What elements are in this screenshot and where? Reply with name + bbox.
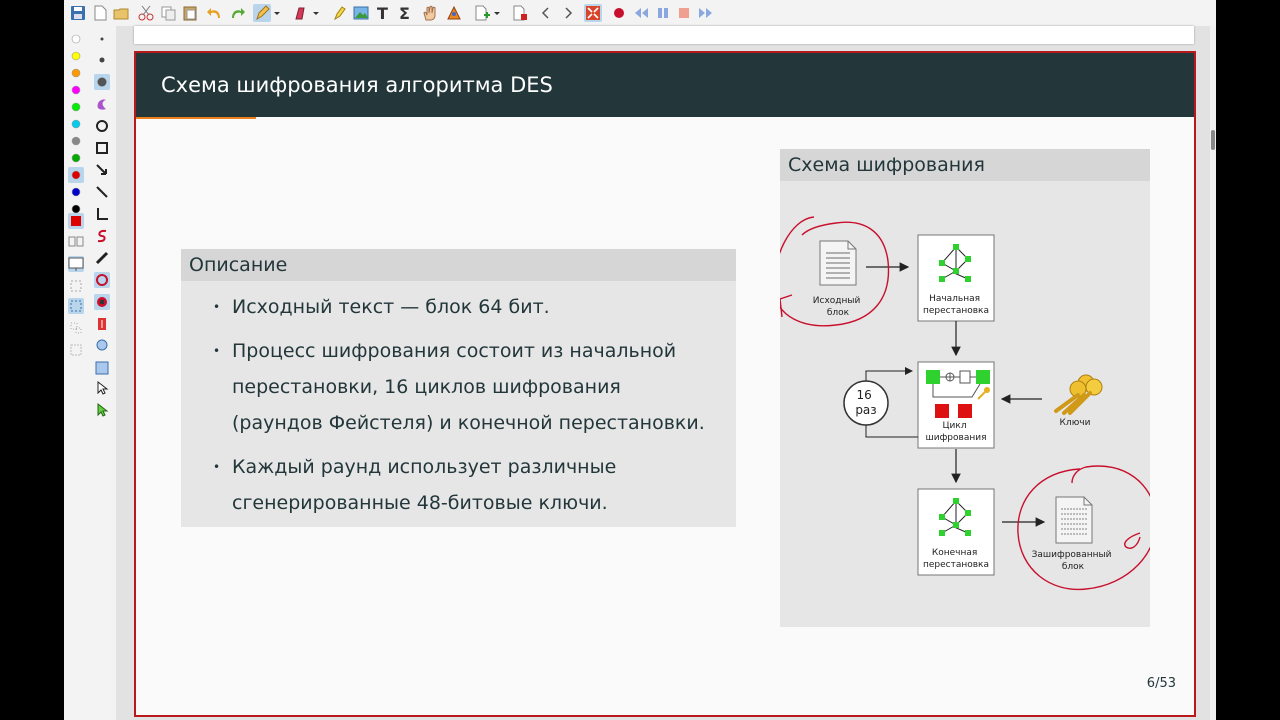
svg-text:T: T xyxy=(377,4,388,22)
undo-icon[interactable] xyxy=(206,4,224,22)
description-item: Каждый раунд использует различные сгенер… xyxy=(181,449,736,521)
pen-size-small-icon[interactable] xyxy=(94,31,110,47)
arrow-tool-icon[interactable] xyxy=(94,162,110,178)
ruler-icon[interactable] xyxy=(94,250,110,266)
pen-size-medium-icon[interactable] xyxy=(94,52,110,68)
rectangle-select-icon[interactable] xyxy=(94,360,110,376)
save-icon[interactable] xyxy=(69,4,87,22)
scrollbar-thumb[interactable] xyxy=(1211,130,1215,150)
application-window: T Σ Схема шифрования алгоритма DES Описа… xyxy=(64,0,1216,720)
eraser-dropdown-icon[interactable] xyxy=(312,4,320,22)
ellipse-tool-icon[interactable] xyxy=(94,118,110,134)
keys-label: Ключи xyxy=(1060,418,1091,428)
add-page-icon[interactable] xyxy=(473,4,491,22)
color-swatch-ffff00[interactable] xyxy=(68,48,84,64)
redo-icon[interactable] xyxy=(228,4,246,22)
lasso-select-icon[interactable] xyxy=(94,338,110,354)
encrypted-document-icon xyxy=(1055,496,1093,544)
color-swatch-00aa00[interactable] xyxy=(68,150,84,166)
stop-icon[interactable] xyxy=(675,4,693,22)
fullscreen-icon[interactable] xyxy=(584,4,602,22)
tool-sidebar xyxy=(64,26,117,720)
freehand-shape-icon[interactable] xyxy=(94,96,110,112)
pen-icon[interactable] xyxy=(253,4,271,22)
open-icon[interactable] xyxy=(112,4,130,22)
highlighter-icon[interactable] xyxy=(330,4,348,22)
hand-icon[interactable] xyxy=(421,4,439,22)
description-item: Исходный текст — блок 64 бит. xyxy=(181,289,736,325)
cut-icon[interactable] xyxy=(137,4,155,22)
record-icon[interactable] xyxy=(610,4,628,22)
scatter-select-icon[interactable] xyxy=(68,320,84,336)
line-tool-icon[interactable] xyxy=(94,184,110,200)
paste-icon[interactable] xyxy=(181,4,199,22)
rounds-label: 16 раз xyxy=(855,388,876,417)
annotation-hook xyxy=(1124,532,1141,549)
zoom-select-icon[interactable] xyxy=(68,298,84,314)
select-icon[interactable] xyxy=(445,4,463,22)
image-icon[interactable] xyxy=(352,4,370,22)
source-document-icon xyxy=(819,240,857,286)
fill-icon[interactable] xyxy=(94,294,110,310)
formula-icon[interactable]: Σ xyxy=(396,4,414,22)
previous-icon[interactable] xyxy=(537,4,555,22)
shape-recognizer-icon[interactable] xyxy=(94,272,110,288)
fast-forward-icon[interactable] xyxy=(697,4,715,22)
encrypted-block-label: Зашифрованный блок xyxy=(1032,550,1115,572)
crop-icon[interactable] xyxy=(68,278,84,294)
angle-tool-icon[interactable] xyxy=(94,206,110,222)
toolbar: T Σ xyxy=(64,0,1216,27)
scheme-block: Схема шифрования Исходный блок Начальная… xyxy=(780,149,1150,627)
svg-text:Σ: Σ xyxy=(399,4,410,22)
layout-double-icon[interactable] xyxy=(68,234,84,250)
copy-icon[interactable] xyxy=(159,4,177,22)
color-swatch-0000cc[interactable] xyxy=(68,184,84,200)
play-object-icon[interactable] xyxy=(94,402,110,418)
grid-icon[interactable] xyxy=(68,342,84,358)
description-block: Описание Исходный текст — блок 64 бит. П… xyxy=(181,249,736,527)
description-heading: Описание xyxy=(181,249,736,281)
keys-icon xyxy=(1054,374,1103,415)
rectangle-tool-icon[interactable] xyxy=(94,140,110,156)
add-page-dropdown-icon[interactable] xyxy=(493,4,501,22)
color-swatch-00ccee[interactable] xyxy=(68,116,84,132)
des-diagram: Исходный блок Начальная перестановка Цик… xyxy=(780,216,1150,591)
color-swatch-dd0000[interactable] xyxy=(68,213,84,229)
source-block-label: Исходный блок xyxy=(813,296,863,318)
vertical-scrollbar[interactable] xyxy=(1210,26,1216,720)
page-number: 6/53 xyxy=(1146,676,1176,691)
text-icon[interactable]: T xyxy=(374,4,392,22)
pen-dropdown-icon[interactable] xyxy=(273,4,281,22)
color-swatch-888888[interactable] xyxy=(68,133,84,149)
eraser-icon[interactable] xyxy=(292,4,310,22)
description-item: Процесс шифрования состоит из начальной … xyxy=(181,333,736,441)
pointer-icon[interactable] xyxy=(94,380,110,396)
description-list: Исходный текст — блок 64 бит. Процесс ши… xyxy=(181,281,736,521)
smooth-stroke-icon[interactable] xyxy=(94,228,110,244)
slide-title-bar: Схема шифрования алгоритма DES xyxy=(136,53,1194,117)
color-swatch-ff9900[interactable] xyxy=(68,65,84,81)
color-swatch-dd0000[interactable] xyxy=(68,167,84,183)
previous-page-edge xyxy=(134,26,1194,44)
slide-title: Схема шифрования алгоритма DES xyxy=(161,73,553,97)
slide: Схема шифрования алгоритма DES Описание … xyxy=(134,51,1196,717)
vertical-space-icon[interactable] xyxy=(94,316,110,332)
pen-size-large-icon[interactable] xyxy=(94,74,110,90)
color-swatch-ff00ff[interactable] xyxy=(68,82,84,98)
next-icon[interactable] xyxy=(559,4,577,22)
rewind-icon[interactable] xyxy=(632,4,650,22)
document-area[interactable]: Схема шифрования алгоритма DES Описание … xyxy=(116,26,1210,720)
title-accent-line xyxy=(136,117,256,119)
delete-page-icon[interactable] xyxy=(511,4,529,22)
new-page-icon[interactable] xyxy=(91,4,109,22)
pause-icon[interactable] xyxy=(654,4,672,22)
color-swatch-ffffff[interactable] xyxy=(68,31,84,47)
color-swatch-00ee00[interactable] xyxy=(68,99,84,115)
presentation-mode-icon[interactable] xyxy=(68,256,84,272)
